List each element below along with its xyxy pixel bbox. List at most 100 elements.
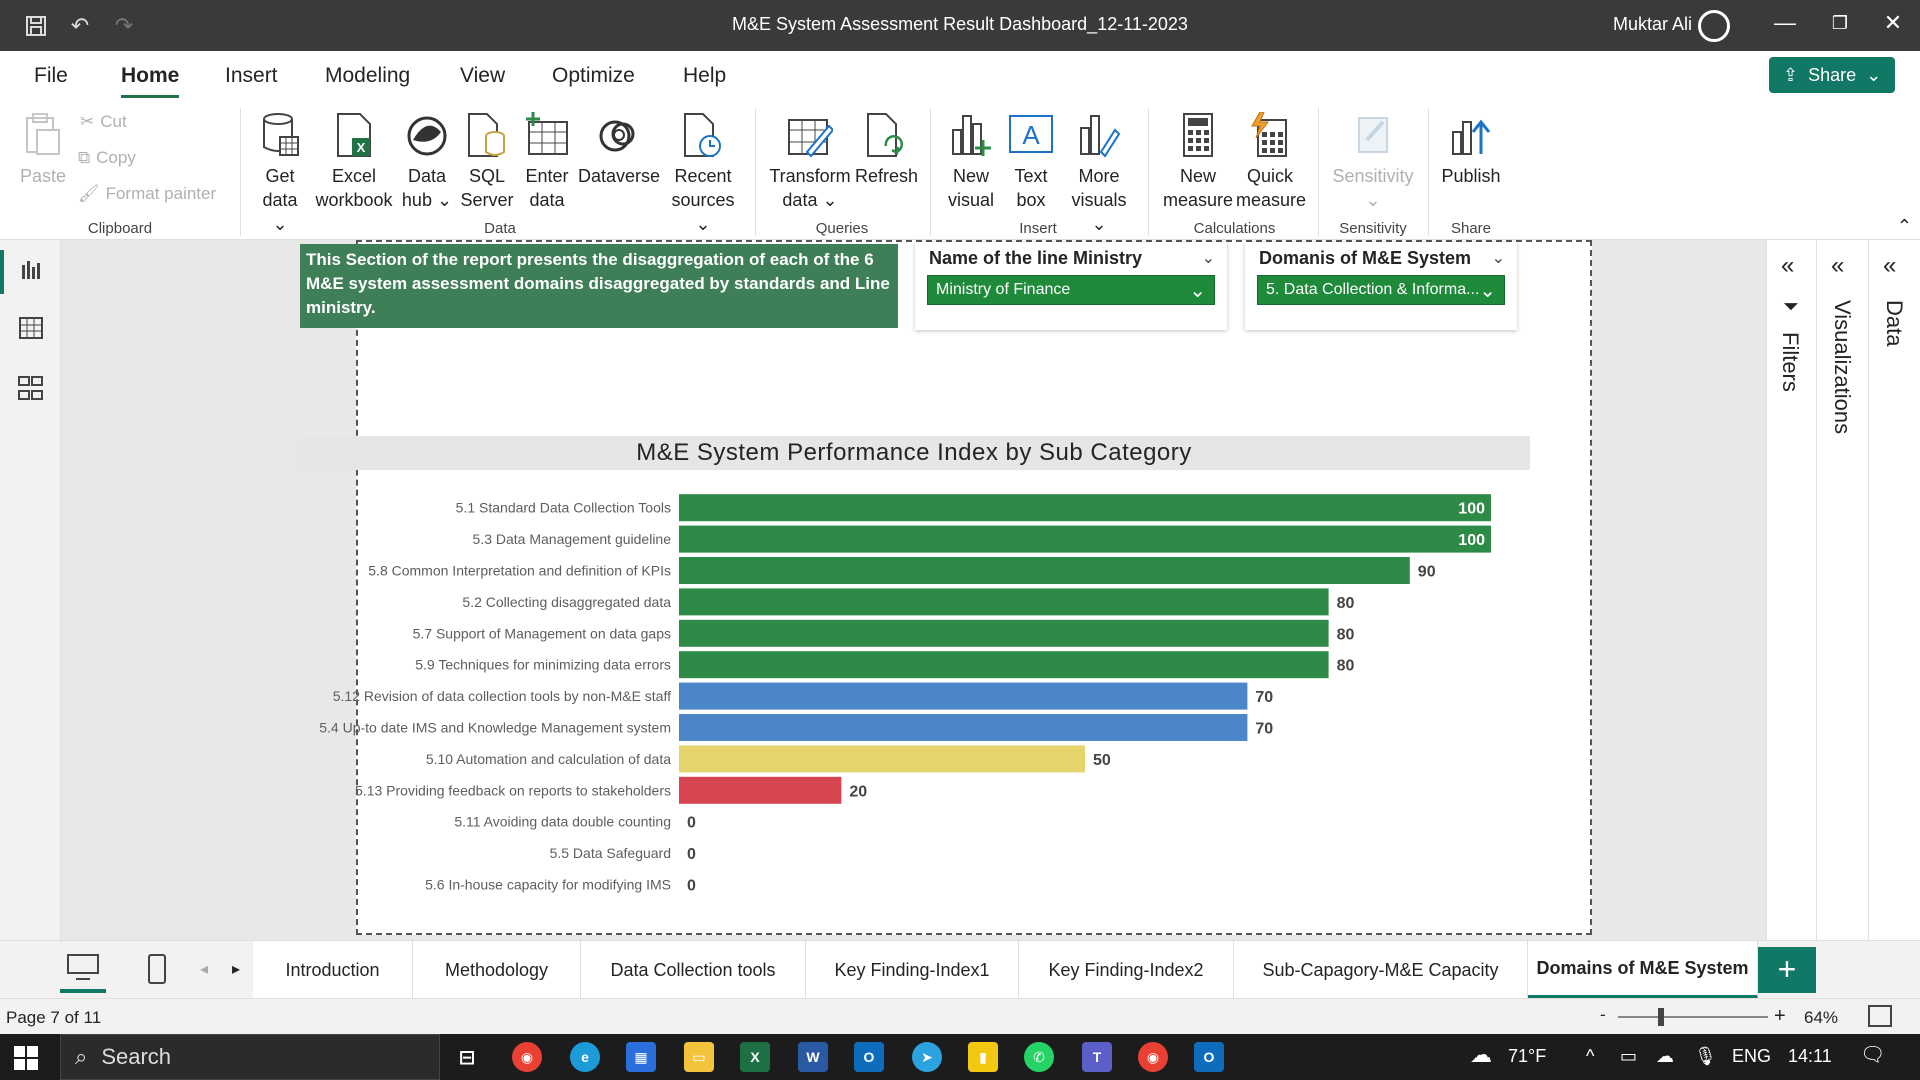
bar[interactable] xyxy=(679,682,1248,710)
chrome-icon[interactable]: ◉ xyxy=(512,1042,542,1072)
scroll-right-icon[interactable]: ▸ xyxy=(232,959,240,979)
excel-workbook-button[interactable]: X Excel workbook xyxy=(313,110,395,212)
bar-chart[interactable]: 5.1 Standard Data Collection Tools 100 5.3… xyxy=(298,480,1530,900)
recent-sources-button[interactable]: Recent sources ⌄ xyxy=(668,110,738,236)
slicer-line-ministry[interactable]: Name of the line Ministry ⌄ Ministry of … xyxy=(915,242,1227,330)
undo-icon[interactable]: ↶ xyxy=(66,12,94,40)
tab-help[interactable]: Help xyxy=(683,64,726,88)
telegram-icon[interactable]: ➤ xyxy=(912,1042,942,1072)
store-icon[interactable]: ▦ xyxy=(626,1042,656,1072)
publish-button[interactable]: Publish xyxy=(1440,110,1502,188)
text-box-button[interactable]: A Text box xyxy=(1004,110,1058,212)
model-view-icon[interactable] xyxy=(16,373,46,403)
language-indicator[interactable]: ENG xyxy=(1732,1046,1771,1067)
edge-icon[interactable]: e xyxy=(570,1042,600,1072)
format-painter-button[interactable]: 🖌 Format painter xyxy=(78,184,216,204)
windows-start-icon[interactable] xyxy=(14,1046,38,1075)
bar[interactable] xyxy=(679,494,1491,522)
chevron-double-left-icon[interactable]: « xyxy=(1781,252,1794,280)
whatsapp-icon[interactable]: ✆ xyxy=(1024,1042,1054,1072)
chrome-profile-icon[interactable]: ◉ xyxy=(1138,1042,1168,1072)
outlook-app-icon[interactable]: O xyxy=(854,1042,884,1072)
slicer-domain[interactable]: Domanis of M&E System ⌄ 5. Data Collecti… xyxy=(1245,242,1517,330)
bar[interactable] xyxy=(679,651,1329,679)
chevron-double-left-icon[interactable]: « xyxy=(1883,252,1896,280)
clock[interactable]: 14:11 xyxy=(1788,1046,1832,1067)
sensitivity-button[interactable]: Sensitivity ⌄ xyxy=(1328,110,1418,212)
tab-view[interactable]: View xyxy=(460,64,505,88)
paste-button[interactable]: Paste xyxy=(18,110,68,188)
page-tab[interactable]: Key Finding-Index2 xyxy=(1019,941,1234,999)
scroll-left-icon[interactable]: ◂ xyxy=(200,959,208,979)
zoom-slider[interactable] xyxy=(1618,1008,1768,1026)
tab-insert[interactable]: Insert xyxy=(225,64,278,88)
data-hub-button[interactable]: Data hub ⌄ xyxy=(400,110,454,212)
tab-modeling[interactable]: Modeling xyxy=(325,64,410,88)
bar[interactable] xyxy=(679,745,1085,773)
chevron-down-icon[interactable]: ⌄ xyxy=(1202,248,1215,268)
share-button[interactable]: ⇪ Share ⌄ xyxy=(1769,57,1895,93)
dataverse-button[interactable]: Dataverse xyxy=(578,110,660,188)
page-tab[interactable]: Methodology xyxy=(413,941,581,999)
bar[interactable] xyxy=(679,619,1329,647)
section-info-textbox[interactable]: This Section of the report presents the … xyxy=(300,244,898,328)
bar[interactable] xyxy=(679,588,1329,616)
domain-dropdown[interactable]: 5. Data Collection & Informa... ⌄ xyxy=(1257,275,1505,305)
report-view-icon[interactable] xyxy=(16,255,46,285)
bar[interactable] xyxy=(679,557,1410,584)
mobile-layout-icon[interactable] xyxy=(146,953,168,990)
avatar[interactable] xyxy=(1698,10,1730,42)
page-tab[interactable]: Introduction xyxy=(253,941,413,999)
excel-app-icon[interactable]: X xyxy=(740,1042,770,1072)
teams-icon[interactable]: T xyxy=(1082,1042,1112,1072)
tray-overflow-icon[interactable]: ^ xyxy=(1586,1046,1594,1067)
page-tab-active[interactable]: Domains of M&E System xyxy=(1528,941,1758,999)
add-page-button[interactable]: + xyxy=(1758,947,1816,993)
new-visual-button[interactable]: New visual xyxy=(942,110,1000,212)
chevron-double-left-icon[interactable]: « xyxy=(1831,252,1844,280)
refresh-button[interactable]: Refresh xyxy=(855,110,918,188)
table-view-icon[interactable] xyxy=(16,313,46,343)
cut-button[interactable]: ✂ Cut xyxy=(80,112,127,132)
page-tab[interactable]: Key Finding-Index1 xyxy=(806,941,1019,999)
battery-icon[interactable]: ▭ xyxy=(1620,1046,1637,1067)
zoom-in-button[interactable]: + xyxy=(1774,1005,1786,1028)
collapse-ribbon-icon[interactable]: ⌃ xyxy=(1897,216,1912,237)
restore-button[interactable]: ❐ xyxy=(1825,13,1855,43)
word-app-icon[interactable]: W xyxy=(798,1042,828,1072)
visualizations-pane[interactable]: « Visualizations xyxy=(1816,240,1868,940)
weather-temp[interactable]: 71°F xyxy=(1508,1046,1546,1067)
bar[interactable] xyxy=(679,776,842,804)
zoom-slider-thumb[interactable] xyxy=(1658,1008,1664,1026)
ministry-dropdown[interactable]: Ministry of Finance ⌄ xyxy=(927,275,1215,305)
new-measure-button[interactable]: New measure xyxy=(1160,110,1236,212)
more-visuals-button[interactable]: More visuals ⌄ xyxy=(1066,110,1132,236)
get-data-button[interactable]: Get data ⌄ xyxy=(253,110,307,236)
tab-home[interactable]: Home xyxy=(121,64,180,98)
zoom-out-button[interactable]: - xyxy=(1600,1005,1606,1025)
bar[interactable] xyxy=(679,714,1248,741)
copy-button[interactable]: ⧉ Copy xyxy=(78,148,136,168)
bar[interactable] xyxy=(679,525,1491,553)
sql-server-button[interactable]: SQL Server xyxy=(460,110,514,212)
desktop-layout-icon[interactable] xyxy=(60,953,106,993)
data-pane[interactable]: « Data xyxy=(1868,240,1920,940)
user-name[interactable]: Muktar Ali xyxy=(1613,14,1692,35)
tab-optimize[interactable]: Optimize xyxy=(552,64,635,88)
weather-icon[interactable]: ☁ xyxy=(1470,1042,1492,1068)
filters-pane[interactable]: « ⏷ Filters xyxy=(1766,240,1816,940)
save-icon[interactable] xyxy=(22,12,50,40)
outlook-new-icon[interactable]: O xyxy=(1194,1042,1224,1072)
transform-data-button[interactable]: Transform data ⌄ xyxy=(768,110,852,212)
file-explorer-icon[interactable]: ▭ xyxy=(684,1042,714,1072)
taskbar-search[interactable]: ⌕ Search xyxy=(60,1034,440,1080)
redo-icon[interactable]: ↷ xyxy=(110,12,138,40)
power-bi-app-icon[interactable]: ▮ xyxy=(968,1042,998,1072)
quick-measure-button[interactable]: Quick measure xyxy=(1236,110,1306,212)
page-tab[interactable]: Sub-Capagory-M&E Capacity xyxy=(1234,941,1528,999)
task-view-icon[interactable]: ⊟ xyxy=(452,1042,482,1072)
notifications-icon[interactable]: 🗨 xyxy=(1860,1042,1885,1067)
microphone-icon[interactable]: 🎙 xyxy=(1694,1046,1717,1067)
fit-to-page-icon[interactable] xyxy=(1868,1005,1892,1027)
onedrive-icon[interactable]: ☁ xyxy=(1656,1046,1674,1067)
